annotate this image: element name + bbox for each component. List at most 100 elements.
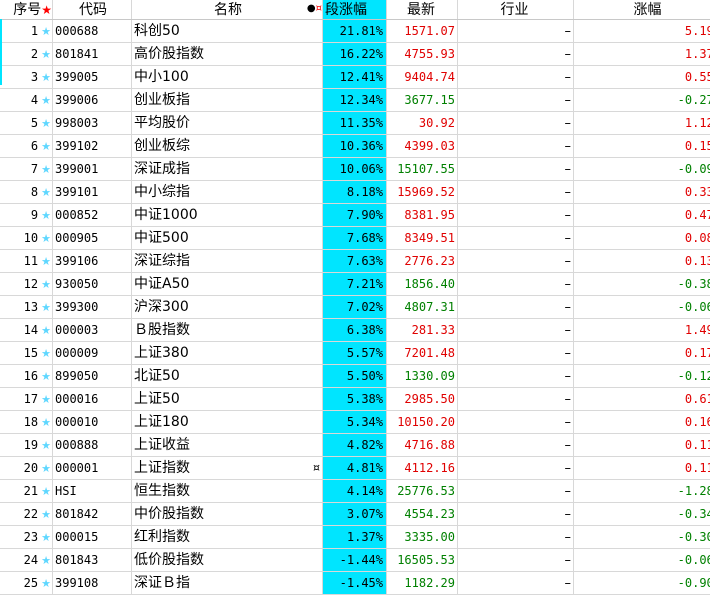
row-index-cell: 13★ xyxy=(0,296,53,319)
star-icon[interactable]: ★ xyxy=(41,209,51,222)
table-row[interactable]: 9★000852中证10007.90%8381.95–0.47% xyxy=(0,204,710,227)
row-index-cell: 4★ xyxy=(0,89,53,112)
row-index-cell: 19★ xyxy=(0,434,53,457)
header-code[interactable]: 代码 xyxy=(53,0,132,20)
industry-cell: – xyxy=(458,526,574,549)
star-icon[interactable]: ★ xyxy=(41,140,51,153)
star-icon[interactable]: ★ xyxy=(41,439,51,452)
row-index: 12 xyxy=(24,277,38,291)
industry-cell: – xyxy=(458,503,574,526)
latest-price-cell: 30.92 xyxy=(387,112,458,135)
star-icon[interactable]: ★ xyxy=(41,554,51,567)
period-change-cell: 7.21% xyxy=(323,273,387,296)
table-row[interactable]: 5★998003平均股价11.35%30.92–1.12% xyxy=(0,112,710,135)
header-change[interactable]: 涨幅 xyxy=(574,0,710,20)
name-cell: 低价股指数 xyxy=(132,549,323,572)
code-cell: 801841 xyxy=(53,43,132,66)
row-index-cell: 9★ xyxy=(0,204,53,227)
table-row[interactable]: 3★399005中小10012.41%9404.74–0.55% xyxy=(0,66,710,89)
latest-price-cell: 4399.03 xyxy=(387,135,458,158)
star-icon[interactable]: ★ xyxy=(41,71,51,84)
latest-price-cell: 4112.16 xyxy=(387,457,458,480)
period-change-cell: 16.22% xyxy=(323,43,387,66)
period-change-cell: 4.82% xyxy=(323,434,387,457)
name-label: 低价股指数 xyxy=(134,552,204,568)
star-icon[interactable]: ★ xyxy=(41,186,51,199)
row-index: 25 xyxy=(24,576,38,590)
table-row[interactable]: 24★801843低价股指数-1.44%16505.53–-0.06% xyxy=(0,549,710,572)
header-name[interactable]: 名称●¤ xyxy=(132,0,323,20)
star-icon[interactable]: ★ xyxy=(41,301,51,314)
code-cell: 000003 xyxy=(53,319,132,342)
star-icon[interactable]: ★ xyxy=(41,577,51,590)
star-icon[interactable]: ★ xyxy=(41,324,51,337)
sort-icons[interactable]: ●¤ xyxy=(307,0,322,18)
row-index-cell: 18★ xyxy=(0,411,53,434)
industry-cell: – xyxy=(458,66,574,89)
table-row[interactable]: 19★000888上证收益4.82%4716.88–0.11% xyxy=(0,434,710,457)
code-cell: 000888 xyxy=(53,434,132,457)
star-icon[interactable]: ★ xyxy=(41,416,51,429)
star-icon[interactable]: ★ xyxy=(41,508,51,521)
table-row[interactable]: 8★399101中小综指8.18%15969.52–0.33% xyxy=(0,181,710,204)
star-icon[interactable]: ★ xyxy=(41,25,51,38)
table-row[interactable]: 20★000001上证指数¤4.81%4112.16–0.11% xyxy=(0,457,710,480)
table-row[interactable]: 23★000015红利指数1.37%3335.00–-0.30% xyxy=(0,526,710,549)
period-change-cell: 1.37% xyxy=(323,526,387,549)
latest-price-cell: 4716.88 xyxy=(387,434,458,457)
table-row[interactable]: 6★399102创业板综10.36%4399.03–0.15% xyxy=(0,135,710,158)
industry-cell: – xyxy=(458,250,574,273)
star-icon[interactable]: ★ xyxy=(41,117,51,130)
table-row[interactable]: 1★000688科创5021.81%1571.07–5.19% xyxy=(0,20,710,43)
star-icon[interactable]: ★ xyxy=(41,370,51,383)
industry-cell: – xyxy=(458,89,574,112)
table-row[interactable]: 10★000905中证5007.68%8349.51–0.08% xyxy=(0,227,710,250)
star-icon[interactable]: ★ xyxy=(41,347,51,360)
latest-price-cell: 3677.15 xyxy=(387,89,458,112)
header-latest[interactable]: 最新 xyxy=(387,0,458,20)
star-icon[interactable]: ★ xyxy=(41,94,51,107)
favorite-star-icon[interactable]: ★ xyxy=(41,3,52,17)
table-row[interactable]: 16★899050北证505.50%1330.09–-0.12% xyxy=(0,365,710,388)
table-row[interactable]: 14★000003Ｂ股指数6.38%281.33–1.49% xyxy=(0,319,710,342)
industry-cell: – xyxy=(458,411,574,434)
star-icon[interactable]: ★ xyxy=(41,232,51,245)
table-row[interactable]: 11★399106深证综指7.63%2776.23–0.13% xyxy=(0,250,710,273)
star-icon[interactable]: ★ xyxy=(41,278,51,291)
header-period-change[interactable]: 段涨幅 xyxy=(323,0,387,20)
star-icon[interactable]: ★ xyxy=(41,255,51,268)
star-icon[interactable]: ★ xyxy=(41,485,51,498)
table-row[interactable]: 13★399300沪深3007.02%4807.31–-0.06% xyxy=(0,296,710,319)
table-row[interactable]: 21★HSI恒生指数4.14%25776.53–-1.28% xyxy=(0,480,710,503)
name-label: 深证Ｂ指 xyxy=(134,575,190,591)
header-idx[interactable]: 序号★ xyxy=(0,0,53,20)
name-label: 红利指数 xyxy=(134,529,190,545)
name-cell: 中证1000 xyxy=(132,204,323,227)
star-icon[interactable]: ★ xyxy=(41,393,51,406)
table-row[interactable]: 18★000010上证1805.34%10150.20–0.16% xyxy=(0,411,710,434)
table-row[interactable]: 22★801842中价股指数3.07%4554.23–-0.34% xyxy=(0,503,710,526)
row-index: 11 xyxy=(24,254,38,268)
period-change-cell: 7.90% xyxy=(323,204,387,227)
table-row[interactable]: 15★000009上证3805.57%7201.48–0.17% xyxy=(0,342,710,365)
table-row[interactable]: 25★399108深证Ｂ指-1.45%1182.29–-0.90% xyxy=(0,572,710,595)
header-industry[interactable]: 行业 xyxy=(458,0,574,20)
table-row[interactable]: 17★000016上证505.38%2985.50–0.61% xyxy=(0,388,710,411)
latest-price-cell: 4755.93 xyxy=(387,43,458,66)
name-cell: 上证收益 xyxy=(132,434,323,457)
change-cell: 0.08% xyxy=(574,227,710,250)
star-icon[interactable]: ★ xyxy=(41,531,51,544)
latest-price-cell: 1571.07 xyxy=(387,20,458,43)
industry-cell: – xyxy=(458,181,574,204)
period-change-cell: 6.38% xyxy=(323,319,387,342)
star-icon[interactable]: ★ xyxy=(41,462,51,475)
table-row[interactable]: 7★399001深证成指10.06%15107.55–-0.09% xyxy=(0,158,710,181)
star-icon[interactable]: ★ xyxy=(41,48,51,61)
name-cell: 上证指数¤ xyxy=(132,457,323,480)
table-row[interactable]: 2★801841高价股指数16.22%4755.93–1.37% xyxy=(0,43,710,66)
change-cell: 0.15% xyxy=(574,135,710,158)
star-icon[interactable]: ★ xyxy=(41,163,51,176)
table-row[interactable]: 4★399006创业板指12.34%3677.15–-0.27% xyxy=(0,89,710,112)
table-row[interactable]: 12★930050中证A507.21%1856.40–-0.38% xyxy=(0,273,710,296)
quote-table-panel: 序号★ 代码 名称●¤ 段涨幅 最新 行业 涨幅 1★000688科创5021.… xyxy=(0,0,710,573)
